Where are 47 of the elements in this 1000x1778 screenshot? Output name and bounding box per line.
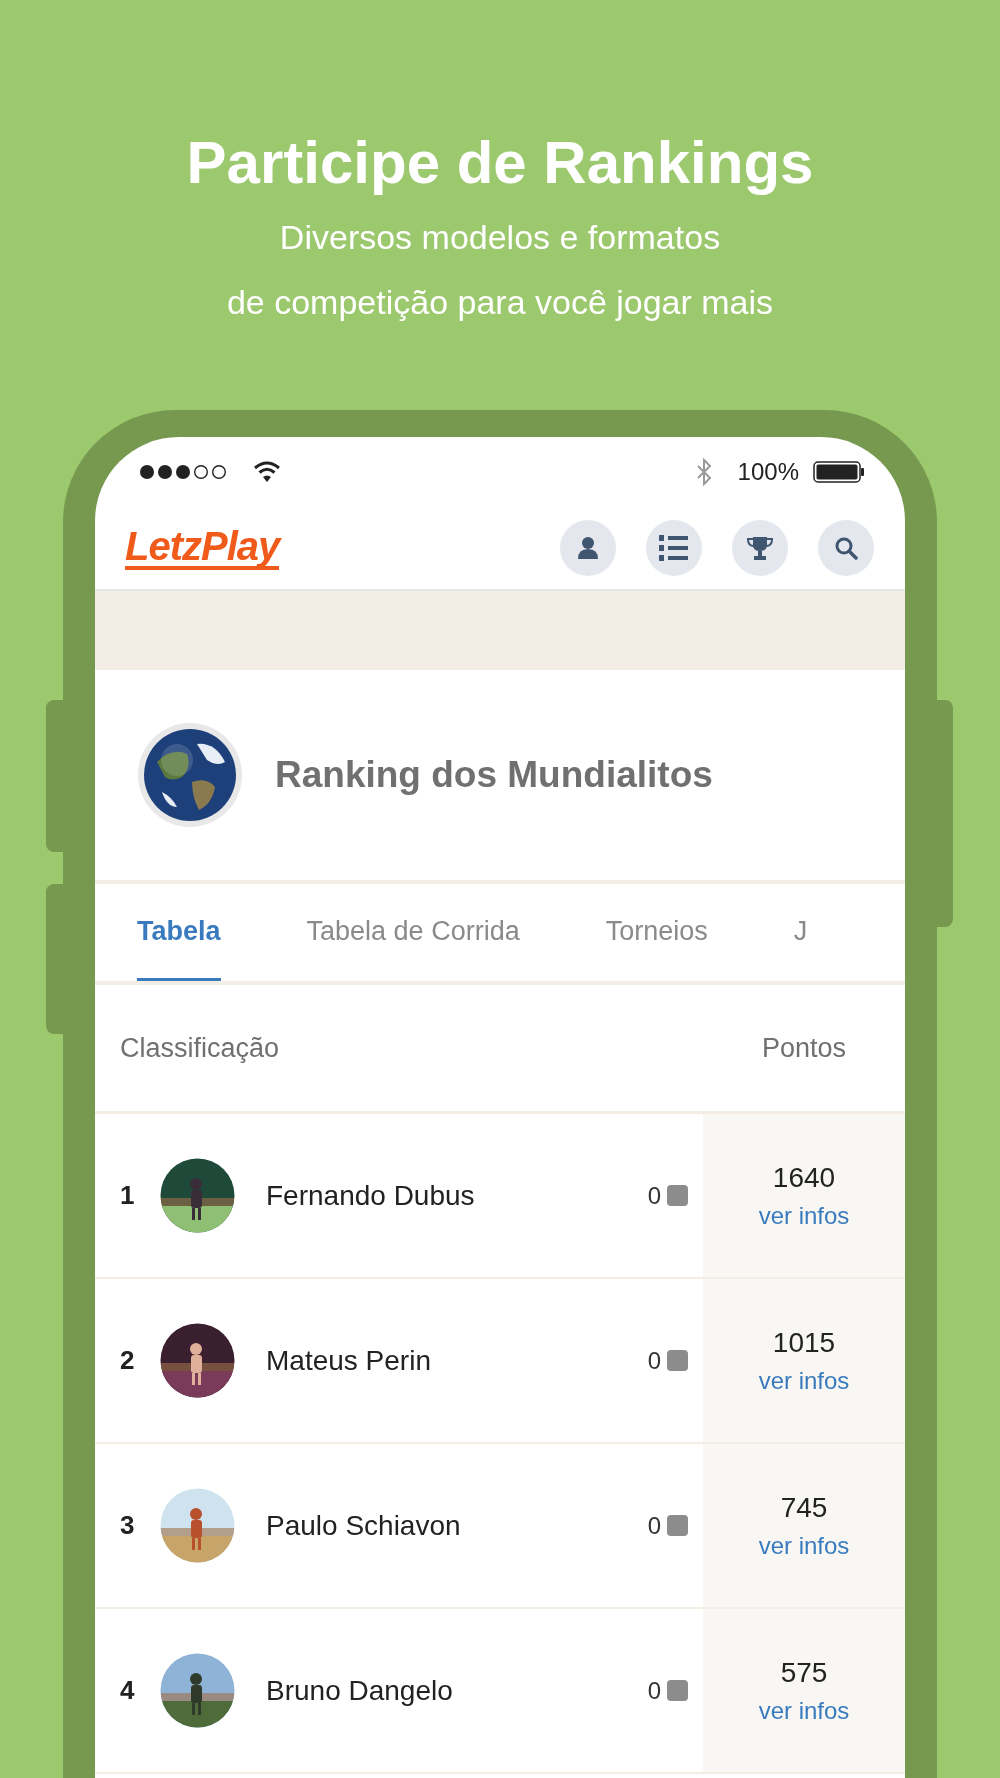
app-logo[interactable]: LetzPlay [125,526,280,570]
tab[interactable]: Tabela [137,884,221,981]
wifi-icon [253,461,281,483]
rank-number: 3 [120,1510,136,1541]
square-icon [667,1515,688,1536]
player-name: Mateus Perin [266,1344,431,1377]
profile-button[interactable] [560,520,616,576]
rank-number: 2 [120,1345,136,1376]
square-icon [667,1680,688,1701]
count-value: 0 [647,1346,661,1375]
details-link[interactable]: ver infos [758,1696,850,1725]
battery-percentage: 100% [737,458,799,486]
column-header: Pontos [760,1032,848,1064]
details-link[interactable]: ver infos [758,1366,850,1395]
headline-title: Participe de Rankings [185,128,815,198]
column-header: Classificação [119,1032,281,1064]
user-icon [577,536,599,560]
search-icon [834,536,858,560]
points-value: 1015 [772,1326,836,1359]
tab[interactable]: Tabela de Corrida [306,884,520,981]
headline-subtitle: Diversos modelos e formatos [278,217,722,258]
count-value: 0 [647,1181,661,1210]
trophy-button[interactable] [732,520,788,576]
rank-number: 4 [120,1675,136,1706]
points-value: 745 [780,1491,828,1524]
count-value: 0 [647,1676,661,1705]
details-link[interactable]: ver infos [758,1531,850,1560]
player-name: Fernando Dubus [266,1179,475,1212]
tab[interactable]: J [793,884,808,981]
square-icon [667,1185,688,1206]
numbered-list-icon [659,534,689,562]
player-name: Paulo Schiavon [266,1509,461,1542]
square-icon [667,1350,688,1371]
tab[interactable]: Torneios [605,884,708,981]
rank-number: 1 [120,1180,136,1211]
points-value: 575 [780,1656,828,1689]
trophy-icon [747,535,773,561]
ranking-list-button[interactable] [646,520,702,576]
battery-icon [813,461,865,483]
search-button[interactable] [818,520,874,576]
ranking-title: Ranking dos Mundialitos [275,754,713,796]
details-link[interactable]: ver infos [758,1201,850,1230]
count-value: 0 [647,1511,661,1540]
headline-subtitle: de competição para você jogar mais [225,282,775,323]
bluetooth-icon [695,458,712,486]
player-name: Bruno Dangelo [266,1674,453,1707]
points-value: 1640 [772,1161,836,1194]
